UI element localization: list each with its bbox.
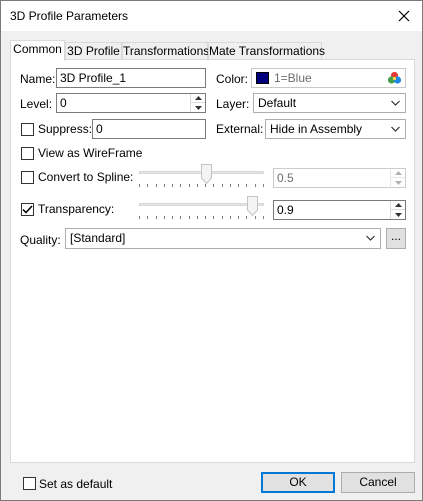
color-picker[interactable]: 1=Blue [251,68,406,88]
slider-track [139,203,264,206]
slider-tick [147,184,148,187]
slider-tick [139,216,140,219]
slider-thumb[interactable] [201,164,212,185]
slider-tick [213,184,214,187]
color-value: 1=Blue [274,71,312,85]
slider-thumb[interactable] [247,196,258,217]
quality-dropdown[interactable]: [Standard] [65,228,381,249]
slider-tick [172,216,173,219]
wireframe-checkbox[interactable] [21,147,34,160]
slider-tick [189,216,190,219]
level-value: 0 [60,96,67,110]
external-label: External: [216,122,264,136]
spin-up-icon[interactable] [191,94,205,103]
close-icon [398,10,410,22]
common-panel: Name: 3D Profile_1 Color: 1=Blue Level: … [10,59,415,463]
slider-tick [147,216,148,219]
slider-tick [172,184,173,187]
transparency-slider[interactable] [139,196,264,220]
slider-tick [164,184,165,187]
transparency-spinner[interactable] [390,201,405,219]
layer-value: Default [258,96,297,110]
spin-up-icon[interactable] [391,169,405,178]
close-button[interactable] [386,1,422,31]
slider-tick [255,216,256,219]
title-bar: 3D Profile Parameters [1,1,422,31]
spline-label: Convert to Spline: [38,170,134,184]
slider-ticks [139,216,264,220]
slider-tick [255,184,256,187]
quality-value: [Standard] [70,231,126,245]
slider-tick [197,216,198,219]
chevron-down-icon [389,120,401,138]
suppress-checkbox[interactable] [21,123,34,136]
slider-tick [238,216,239,219]
wireframe-label: View as WireFrame [38,146,143,160]
spin-down-icon[interactable] [391,178,405,187]
slider-tick [238,184,239,187]
slider-tick [246,216,247,219]
transparency-value: 0.9 [277,203,294,217]
slider-tick [213,216,214,219]
slider-tick [197,184,198,187]
suppress-field[interactable]: 0 [92,119,206,139]
tab-common[interactable]: Common [10,40,65,61]
layer-label: Layer: [216,97,250,111]
tab-3d-profile[interactable]: 3D Profile [65,42,122,60]
palette-icon[interactable] [387,71,402,90]
window-title: 3D Profile Parameters [10,9,129,23]
level-label: Level: [20,97,53,111]
slider-tick [156,216,157,219]
set-default-label: Set as default [39,477,113,491]
slider-tick [180,184,181,187]
slider-tick [230,184,231,187]
layer-dropdown[interactable]: Default [253,93,406,113]
slider-tick [189,184,190,187]
external-dropdown[interactable]: Hide in Assembly [265,119,406,139]
tab-mate-transformations[interactable]: Mate Transformations [208,42,325,60]
slider-tick [156,184,157,187]
slider-tick [222,184,223,187]
chevron-down-icon [364,229,376,247]
quality-label: Quality: [20,233,61,247]
chevron-down-icon [389,94,401,112]
quality-more-button[interactable]: ... [386,228,406,249]
checkmark-icon [22,205,33,214]
suppress-label: Suppress: [38,122,93,136]
level-field[interactable]: 0 [56,93,206,113]
name-label: Name: [20,72,56,86]
slider-tick [230,216,231,219]
set-default-checkbox[interactable] [23,477,36,490]
cancel-button[interactable]: Cancel [341,472,415,493]
slider-tick [205,184,206,187]
spline-slider[interactable] [139,164,264,188]
transparency-label: Transparency: [38,202,115,216]
transparency-checkbox[interactable] [21,203,34,216]
spin-down-icon[interactable] [191,103,205,112]
spin-down-icon[interactable] [391,210,405,219]
spin-up-icon[interactable] [391,201,405,210]
ok-button[interactable]: OK [261,472,335,493]
transparency-field[interactable]: 0.9 [273,200,406,220]
slider-tick [180,216,181,219]
spline-value: 0.5 [277,171,294,185]
slider-tick [139,184,140,187]
color-label: Color: [216,72,249,86]
spline-checkbox[interactable] [21,171,34,184]
color-swatch [256,72,269,84]
slider-tick [205,216,206,219]
slider-tick [263,216,264,219]
slider-tick [222,216,223,219]
spline-spinner[interactable] [390,169,405,187]
name-field[interactable]: 3D Profile_1 [56,68,206,88]
slider-tick [164,216,165,219]
spline-field[interactable]: 0.5 [273,168,406,188]
dialog-window: 3D Profile Parameters Common 3D Profile … [0,0,423,501]
level-spinner[interactable] [190,94,205,112]
tab-transformations[interactable]: Transformations [122,42,209,60]
external-value: Hide in Assembly [270,122,363,136]
slider-tick [246,184,247,187]
slider-ticks [139,184,264,188]
slider-tick [263,184,264,187]
